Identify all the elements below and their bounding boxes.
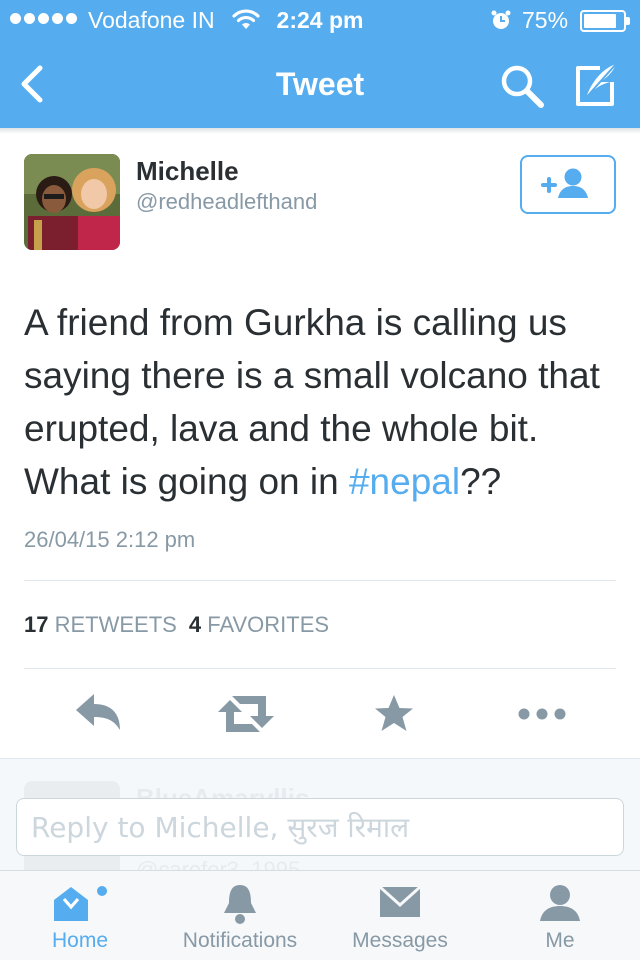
alarm-icon (491, 10, 511, 29)
favorites-label: FAVORITES (207, 612, 330, 637)
add-user-icon (541, 168, 588, 198)
user-display-name[interactable]: Michelle (136, 156, 239, 187)
tweet-text-body: A friend from Gurkha is calling us sayin… (24, 302, 600, 502)
retweets-stat[interactable]: 17 RETWEETS (24, 612, 177, 637)
favorites-stat[interactable]: 4 FAVORITES (189, 612, 329, 637)
status-bar: Vodafone IN 2:24 pm 75% (0, 0, 640, 40)
nav-shadow (0, 128, 640, 134)
tab-messages[interactable]: Messages (320, 871, 480, 960)
ghost-user-handle: @carefor3_1995 (136, 857, 301, 870)
tab-notifications[interactable]: Notifications (160, 871, 320, 960)
user-avatar[interactable] (24, 154, 120, 250)
hashtag-link[interactable]: #nepal (349, 461, 460, 502)
battery-icon (580, 10, 630, 32)
tab-label: Notifications (182, 929, 298, 952)
more-icon[interactable] (514, 690, 570, 738)
favorite-icon[interactable] (372, 690, 416, 738)
navigation-bar: Tweet (0, 40, 640, 128)
retweet-icon[interactable] (216, 690, 276, 738)
divider (24, 580, 616, 581)
compose-tweet-button[interactable] (572, 60, 620, 110)
tweet-text: A friend from Gurkha is calling us sayin… (24, 296, 620, 508)
reply-input[interactable] (16, 798, 624, 856)
bell-icon (224, 885, 256, 924)
favorites-count: 4 (188, 612, 202, 637)
reply-icon[interactable] (72, 690, 124, 738)
tweet-text-end: ?? (460, 461, 502, 502)
tweet-timestamp: 26/04/15 2:12 pm (24, 527, 196, 552)
follow-button[interactable] (520, 155, 616, 214)
envelope-icon (378, 885, 422, 917)
tab-label: Home (51, 929, 109, 952)
search-button[interactable] (498, 62, 546, 110)
tab-bar: Home Notifications Messages Me (0, 870, 640, 960)
retweets-label: RETWEETS (54, 612, 177, 637)
tab-me[interactable]: Me (480, 871, 640, 960)
tab-label: Messages (352, 929, 448, 952)
divider (24, 668, 616, 669)
user-handle[interactable]: @redheadlefthand (136, 189, 317, 215)
home-icon (54, 886, 107, 921)
retweets-count: 17 (24, 612, 49, 637)
tweet-actions (0, 690, 640, 738)
tweet-stats: 17 RETWEETS 4 FAVORITES (24, 612, 329, 638)
tab-home[interactable]: Home (0, 871, 160, 960)
tab-label: Me (545, 929, 575, 952)
battery-percentage: 75% (522, 7, 569, 33)
person-icon (540, 885, 580, 921)
